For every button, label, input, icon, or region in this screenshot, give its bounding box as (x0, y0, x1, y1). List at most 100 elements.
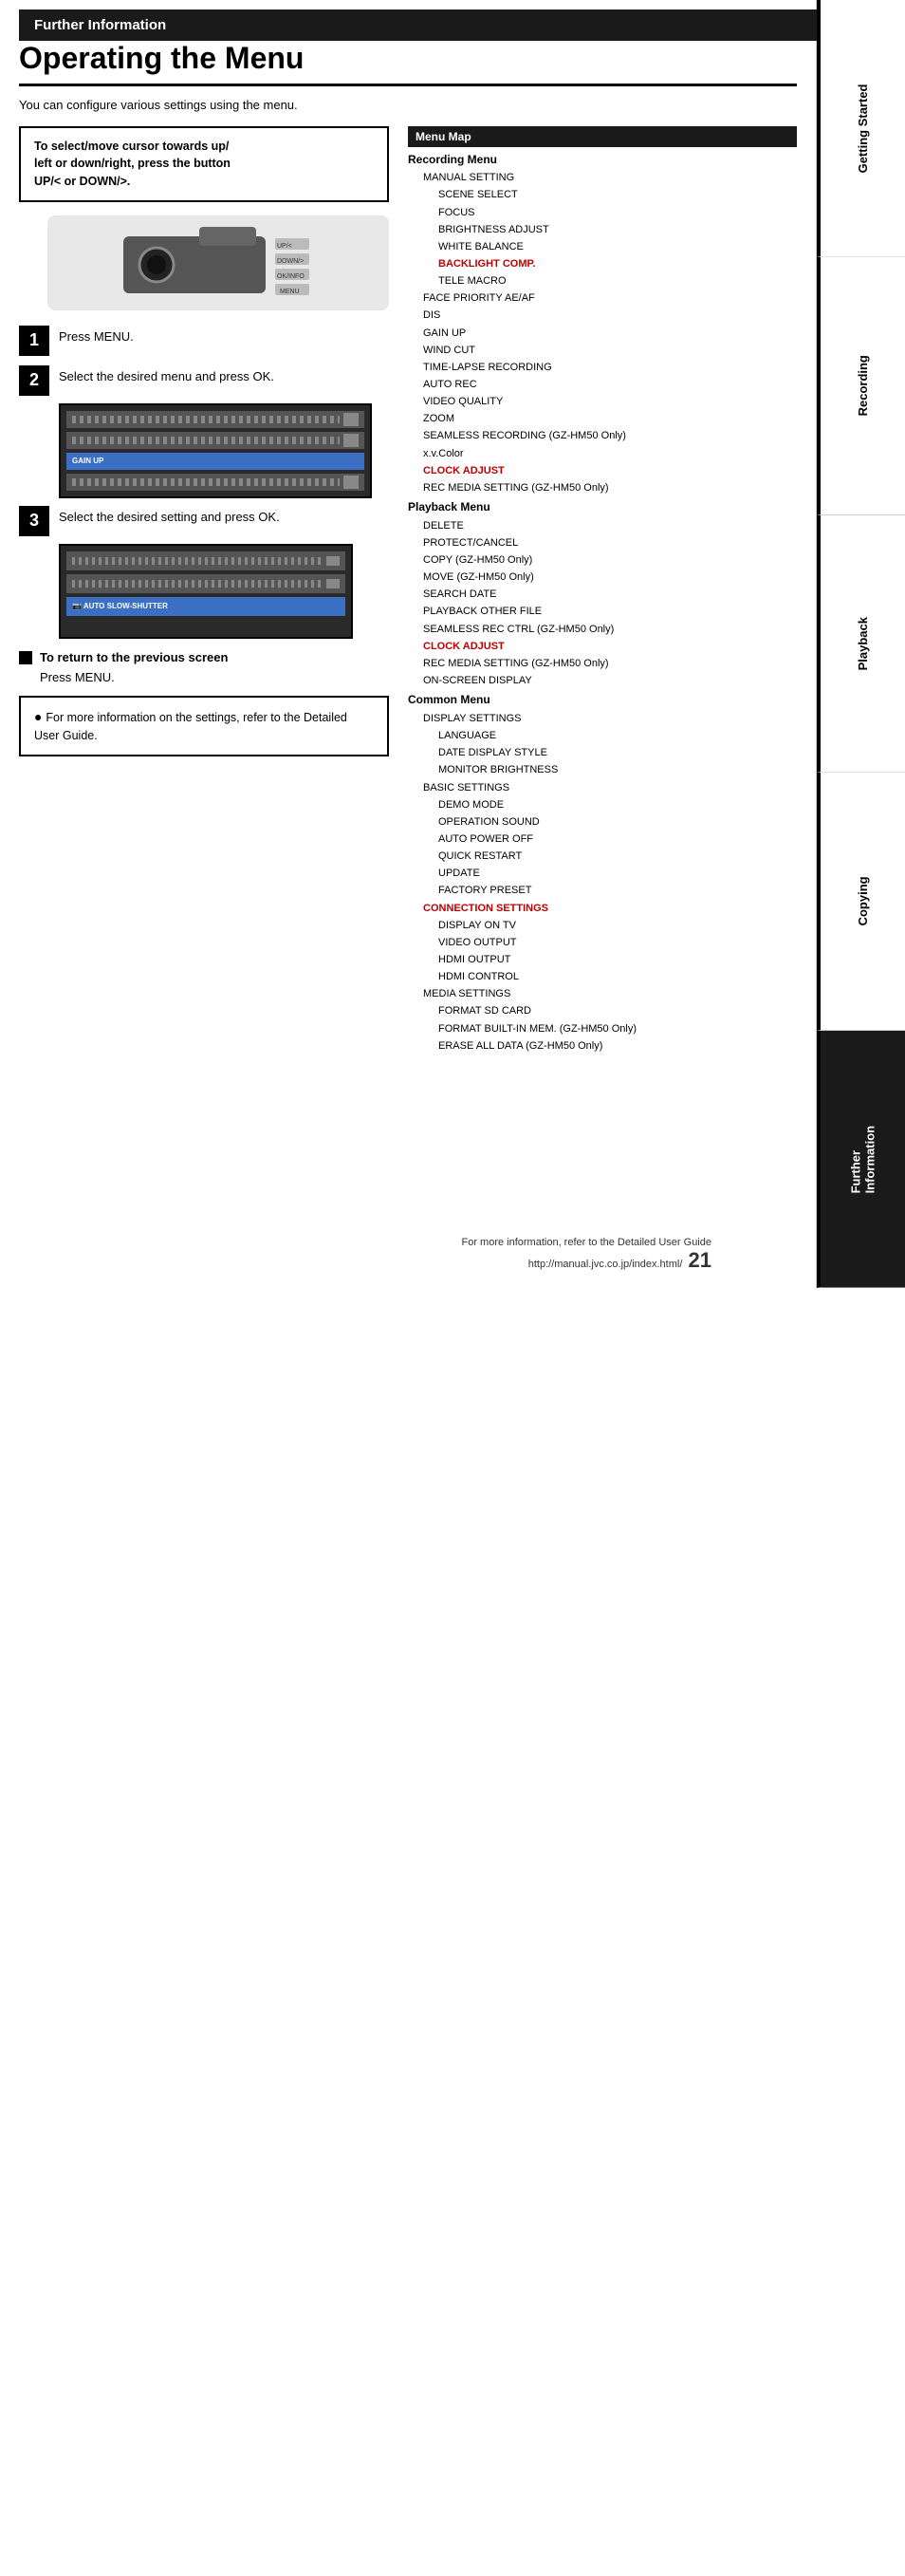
return-header-text: To return to the previous screen (40, 650, 228, 664)
menu-map-content: Recording Menu MANUAL SETTING SCENE SELE… (408, 151, 797, 1055)
step-3-number: 3 (19, 506, 49, 536)
menu-sub-format-sd: FORMAT SD CARD (408, 1002, 797, 1019)
left-panel: Further Information Operating the Menu Y… (0, 0, 816, 1288)
tab-further-info-label: FurtherInformation (821, 1031, 905, 1287)
menu-icon-2 (343, 434, 359, 447)
main-content: Further Information Operating the Menu Y… (0, 0, 905, 1288)
menu-sub-auto-power: AUTO POWER OFF (408, 831, 797, 848)
menu-item-protect: PROTECT/CANCEL (408, 534, 797, 551)
step-3-row: 3 Select the desired setting and press O… (19, 504, 389, 536)
step-2-number: 2 (19, 365, 49, 396)
menu-item-clock-adjust-rec: CLOCK ADJUST (408, 462, 797, 479)
footer-url: http://manual.jvc.co.jp/index.html/ (528, 1259, 683, 1270)
step-3-screenshot: 📷 AUTO SLOW-SHUTTER (59, 544, 353, 639)
menu-sub-hdmi-control: HDMI CONTROL (408, 968, 797, 985)
menu-item-seamless-ctrl: SEAMLESS REC CTRL (GZ-HM50 Only) (408, 621, 797, 638)
menu-item-video-quality: VIDEO QUALITY (408, 393, 797, 410)
menu-item-xvcolor: x.v.Color (408, 445, 797, 462)
menu-dots-4 (72, 478, 340, 486)
tab-copying-label: Copying (821, 773, 905, 1029)
menu-sub-factory-preset: FACTORY PRESET (408, 882, 797, 899)
tip-box-text: To select/move cursor towards up/left or… (34, 138, 374, 191)
return-section-body: Press MENU. (40, 670, 389, 684)
menu-item-copy: COPY (GZ-HM50 Only) (408, 551, 797, 569)
menu-item-move: MOVE (GZ-HM50 Only) (408, 569, 797, 586)
svg-text:MENU: MENU (280, 289, 300, 295)
tab-recording-label: Recording (821, 257, 905, 513)
menu-row-slow-shutter-label: 📷 AUTO SLOW-SHUTTER (72, 602, 168, 610)
page-number: 21 (689, 1248, 711, 1272)
menu-icon-1 (343, 413, 359, 426)
step-1-text: Press MENU. (59, 324, 134, 346)
intro-text: You can configure various settings using… (19, 96, 389, 115)
menu-item-auto-rec: AUTO REC (408, 376, 797, 393)
step-2-row: 2 Select the desired menu and press OK. (19, 364, 389, 396)
playback-menu-title: Playback Menu (408, 498, 797, 517)
menu-item-connection-settings: CONNECTION SETTINGS (408, 900, 797, 917)
instructions-column: To select/move cursor towards up/left or… (19, 126, 389, 756)
menu-row-4 (66, 474, 364, 491)
tab-playback[interactable]: Playback (817, 515, 905, 773)
menu-item-onscreen-display: ON-SCREEN DISPLAY (408, 672, 797, 689)
menu-item-wind-cut: WIND CUT (408, 342, 797, 359)
menu-map-column: Menu Map Recording Menu MANUAL SETTING S… (408, 126, 797, 1055)
camera-svg: UP/< DOWN/> OK/INFO MENU (123, 227, 313, 298)
menu-row-gain-label: GAIN UP (72, 457, 103, 465)
recording-menu-title: Recording Menu (408, 151, 797, 170)
menu-row2-3-highlight: 📷 AUTO SLOW-SHUTTER (66, 597, 345, 616)
menu-item-media-settings: MEDIA SETTINGS (408, 985, 797, 1002)
section-header-bar: Further Information (19, 9, 835, 41)
camera-body: UP/< DOWN/> OK/INFO MENU (123, 227, 313, 298)
menu-sub-language: LANGUAGE (408, 727, 797, 744)
menu-sub-brightness: BRIGHTNESS ADJUST (408, 221, 797, 238)
menu-item-display-settings: DISPLAY SETTINGS (408, 710, 797, 727)
menu-item-playback-other: PLAYBACK OTHER FILE (408, 603, 797, 620)
menu-sub-demo-mode: DEMO MODE (408, 796, 797, 813)
menu-sub-backlight-comp: BACKLIGHT COMP. (408, 255, 797, 272)
menu-item-zoom: ZOOM (408, 410, 797, 427)
step-3-text: Select the desired setting and press OK. (59, 504, 280, 527)
menu-item-manual-setting: MANUAL SETTING (408, 169, 797, 186)
menu-sub-operation-sound: OPERATION SOUND (408, 813, 797, 831)
menu-sub-update: UPDATE (408, 865, 797, 882)
right-sidebar: Getting Started Recording Playback Copyi… (816, 0, 905, 1288)
svg-text:OK/INFO: OK/INFO (277, 273, 305, 280)
menu-item-face-priority: FACE PRIORITY AE/AF (408, 289, 797, 307)
menu2-icon-1 (326, 556, 340, 566)
common-menu-title: Common Menu (408, 691, 797, 710)
section-header-text: Further Information (34, 17, 166, 33)
step-2-text: Select the desired menu and press OK. (59, 364, 274, 386)
menu-item-search-date: SEARCH DATE (408, 586, 797, 603)
menu-item-gain-up: GAIN UP (408, 325, 797, 342)
menu-row-3-highlight: GAIN UP (66, 453, 364, 470)
menu-sub-focus: FOCUS (408, 204, 797, 221)
tab-further-information[interactable]: FurtherInformation (817, 1031, 905, 1288)
menu-icon-4 (343, 476, 359, 489)
black-square-icon (19, 651, 32, 664)
tab-getting-started[interactable]: Getting Started (817, 0, 905, 257)
menu-dots-1 (72, 416, 340, 423)
menu-sub-erase-all: ERASE ALL DATA (GZ-HM50 Only) (408, 1037, 797, 1055)
return-section-header: To return to the previous screen (19, 650, 389, 664)
tab-playback-label: Playback (821, 515, 905, 772)
menu-row-2 (66, 432, 364, 449)
tab-getting-started-label: Getting Started (821, 0, 905, 256)
tab-copying[interactable]: Copying (817, 773, 905, 1030)
menu-sub-display-on-tv: DISPLAY ON TV (408, 917, 797, 934)
bullet-note: For more information on the settings, re… (19, 696, 389, 756)
menu-dots-2 (72, 437, 340, 444)
menu-sub-monitor-brightness: MONITOR BRIGHTNESS (408, 761, 797, 778)
menu-item-basic-settings: BASIC SETTINGS (408, 779, 797, 796)
menu-item-time-lapse: TIME-LAPSE RECORDING (408, 359, 797, 376)
two-column-layout: To select/move cursor towards up/left or… (19, 126, 797, 1055)
note-text: For more information on the settings, re… (34, 707, 374, 745)
page-title: Operating the Menu (19, 41, 797, 86)
menu-sub-hdmi-output: HDMI OUTPUT (408, 951, 797, 968)
menu-item-seamless-rec: SEAMLESS RECORDING (GZ-HM50 Only) (408, 427, 797, 444)
menu-item-delete: DELETE (408, 517, 797, 534)
menu-sub-quick-restart: QUICK RESTART (408, 848, 797, 865)
menu-row2-1 (66, 551, 345, 570)
tab-recording[interactable]: Recording (817, 257, 905, 514)
svg-text:DOWN/>: DOWN/> (277, 258, 304, 265)
menu-sub-format-builtin: FORMAT BUILT-IN MEM. (GZ-HM50 Only) (408, 1020, 797, 1037)
